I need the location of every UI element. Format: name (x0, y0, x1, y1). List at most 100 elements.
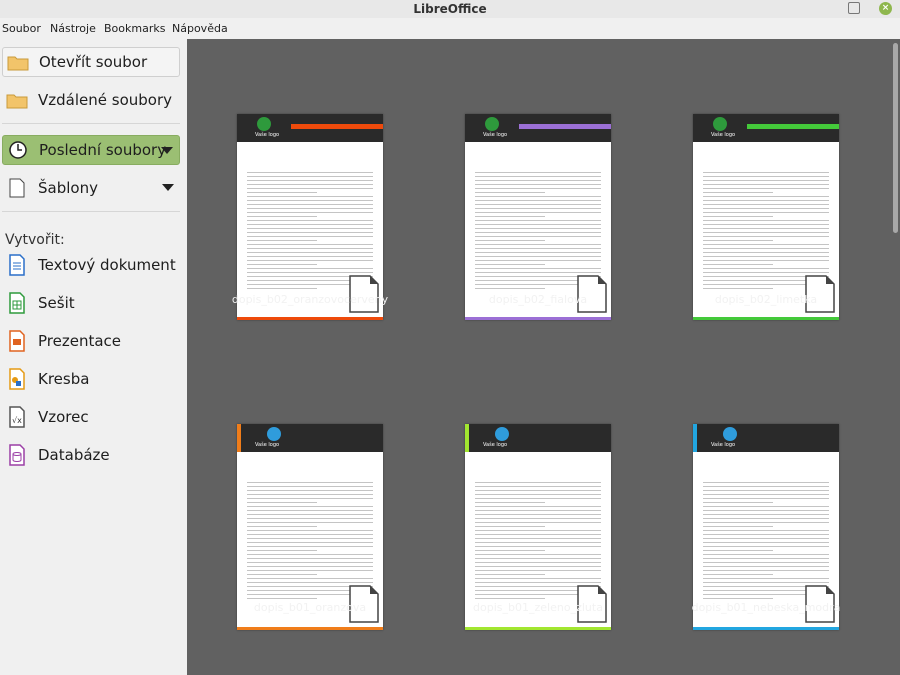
text-line (475, 260, 601, 261)
math-icon: √x (5, 406, 29, 428)
menu-nastroje[interactable]: Nástroje (50, 18, 96, 39)
accent-bar (693, 424, 697, 452)
menu-bar: Soubor Nástroje Bookmarks Nápověda (0, 18, 900, 39)
text-line (703, 510, 829, 511)
template-thumbnail[interactable]: Vaše logo (237, 114, 383, 320)
create-text-document-button[interactable]: Textový dokument (2, 250, 180, 280)
close-icon[interactable]: × (879, 2, 892, 15)
template-name[interactable]: dopis_b01_oranzova (210, 601, 410, 614)
text-line (475, 220, 601, 221)
template-thumbnail[interactable]: Vaše logo (465, 114, 611, 320)
text-line (475, 542, 601, 543)
create-drawing-button[interactable]: Kresba (2, 364, 180, 394)
create-presentation-button[interactable]: Prezentace (2, 326, 180, 356)
vertical-scrollbar[interactable] (893, 43, 898, 233)
recent-files-label: Poslední soubory (39, 141, 167, 159)
template-name[interactable]: dopis_b02_oranzovocerveny (210, 293, 410, 306)
template-thumbnail[interactable]: Vaše logo (693, 424, 839, 630)
text-line (703, 240, 773, 241)
text-line (703, 268, 829, 269)
logo-text: Vaše logo (255, 132, 280, 138)
accent-bar (465, 424, 469, 452)
text-line (247, 558, 373, 559)
text-line (247, 240, 317, 241)
text-line (475, 538, 601, 539)
accent-stripe (519, 124, 611, 129)
text-line (703, 220, 829, 221)
text-line (475, 598, 545, 599)
text-line (703, 224, 829, 225)
text-line (475, 288, 545, 289)
text-line (703, 188, 829, 189)
template-name[interactable]: dopis_b02_limetka (666, 293, 866, 306)
maximize-icon[interactable] (848, 2, 860, 14)
text-line (247, 550, 317, 551)
logo-icon (485, 117, 499, 131)
remote-files-button[interactable]: Vzdálené soubory (2, 85, 180, 115)
text-line (475, 554, 601, 555)
menu-napoveda[interactable]: Nápověda (172, 18, 228, 39)
text-line (703, 566, 829, 567)
text-line (475, 236, 601, 237)
logo-icon (495, 427, 509, 441)
templates-button[interactable]: Šablony (2, 173, 180, 203)
text-line (703, 172, 829, 173)
text-line (703, 236, 829, 237)
text-line (703, 204, 829, 205)
text-line (703, 506, 829, 507)
template-thumbnail[interactable]: Vaše logo (465, 424, 611, 630)
create-database-button[interactable]: Databáze (2, 440, 180, 470)
text-line (247, 236, 373, 237)
template-thumbnail[interactable]: Vaše logo (693, 114, 839, 320)
text-line (475, 562, 601, 563)
template-name[interactable]: dopis_b01_nebeska_modra (666, 601, 866, 614)
text-line (247, 260, 373, 261)
text-line (247, 514, 373, 515)
text-line (703, 248, 829, 249)
text-line (475, 216, 545, 217)
text-line (475, 518, 601, 519)
text-line (475, 196, 601, 197)
text-line (703, 244, 829, 245)
accent-bar (237, 424, 241, 452)
menu-bookmarks[interactable]: Bookmarks (104, 18, 165, 39)
create-formula-button[interactable]: √x Vzorec (2, 402, 180, 432)
text-line (475, 192, 545, 193)
start-center-sidebar: Otevřít soubor Vzdálené soubory Poslední… (0, 39, 187, 675)
text-line (703, 574, 773, 575)
text-line (703, 498, 829, 499)
text-line (247, 554, 373, 555)
chevron-down-icon[interactable] (161, 147, 173, 154)
template-name[interactable]: dopis_b02_fialova (438, 293, 638, 306)
text-line (247, 204, 373, 205)
text-line (475, 232, 601, 233)
divider (2, 211, 180, 212)
text-line (247, 542, 373, 543)
text-line (247, 494, 373, 495)
text-line (475, 574, 545, 575)
text-line (703, 184, 829, 185)
text-line (475, 224, 601, 225)
text-line (703, 264, 773, 265)
template-name[interactable]: dopis_b01_zeleno_zluta (438, 601, 638, 614)
template-thumbnail[interactable]: Vaše logo (237, 424, 383, 630)
create-spreadsheet-button[interactable]: Sešit (2, 288, 180, 318)
text-line (703, 538, 829, 539)
open-file-label: Otevřít soubor (39, 53, 148, 71)
chevron-down-icon[interactable] (162, 184, 174, 191)
text-line (247, 534, 373, 535)
text-line (247, 192, 317, 193)
open-file-button[interactable]: Otevřít soubor (2, 47, 180, 77)
text-line (247, 570, 373, 571)
recent-files-button[interactable]: Poslední soubory (2, 135, 180, 165)
text-line (247, 518, 373, 519)
text-line (475, 578, 601, 579)
text-line (475, 264, 545, 265)
text-line (247, 582, 373, 583)
base-icon (5, 444, 29, 466)
text-line (475, 172, 601, 173)
text-line (475, 486, 601, 487)
text-line (703, 558, 829, 559)
text-line (247, 268, 373, 269)
menu-soubor[interactable]: Soubor (2, 18, 41, 39)
